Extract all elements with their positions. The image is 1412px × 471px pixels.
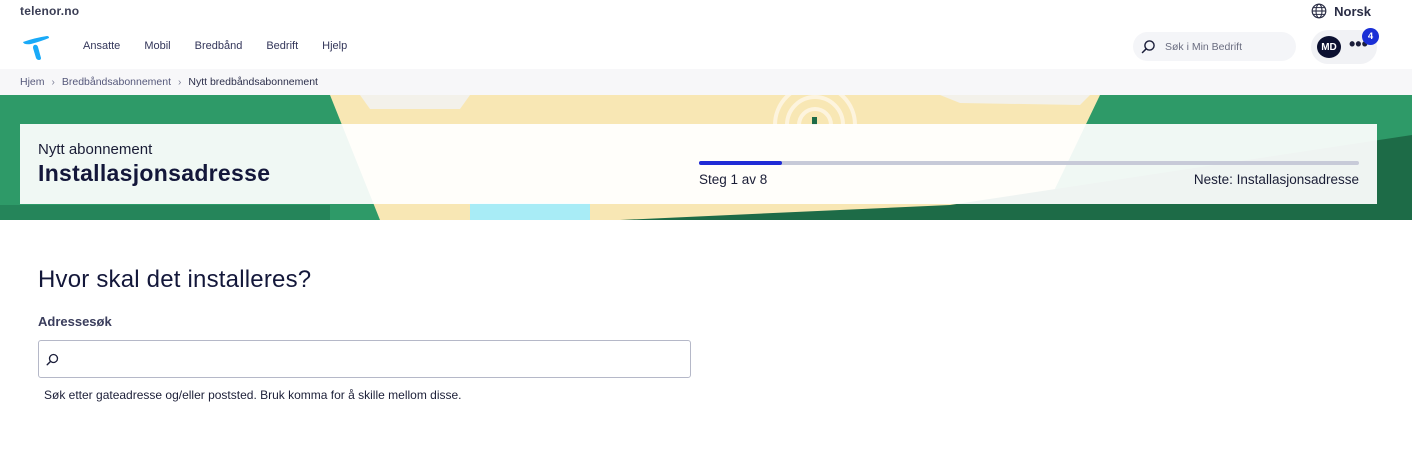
nav-item-bedrift[interactable]: Bedrift [266, 40, 298, 52]
main-navigation: Ansatte Mobil Bredbånd Bedrift Hjelp Søk… [0, 24, 1412, 69]
breadcrumb-item-hjem[interactable]: Hjem [20, 76, 45, 88]
address-search-help-text: Søk etter gateadresse og/eller poststed.… [44, 388, 462, 402]
breadcrumb: Hjem › Bredbåndsabonnement › Nytt bredbå… [0, 69, 1412, 95]
nav-item-ansatte[interactable]: Ansatte [83, 40, 120, 52]
language-selector[interactable]: Norsk [1311, 3, 1371, 19]
next-step-label: Neste: Installasjonsadresse [1193, 172, 1359, 187]
address-search-input[interactable] [65, 342, 685, 376]
address-search-field[interactable] [38, 340, 691, 378]
step-progress-bar [699, 161, 1359, 165]
section-heading: Hvor skal det installeres? [38, 266, 312, 293]
search-icon [46, 353, 59, 366]
chevron-right-icon: › [178, 76, 182, 88]
nav-links: Ansatte Mobil Bredbånd Bedrift Hjelp [83, 40, 371, 52]
step-progress-fill [699, 161, 782, 165]
step-counter: Steg 1 av 8 [699, 172, 768, 187]
language-label: Norsk [1334, 3, 1371, 19]
search-icon [1141, 40, 1155, 54]
search-placeholder: Søk i Min Bedrift [1165, 40, 1243, 53]
hero-card: Nytt abonnement Installasjonsadresse Ste… [20, 124, 1377, 204]
hero-banner: Nytt abonnement Installasjonsadresse Ste… [0, 95, 1412, 220]
nav-item-hjelp[interactable]: Hjelp [322, 40, 347, 52]
global-search[interactable]: Søk i Min Bedrift [1133, 32, 1296, 61]
telenor-logo[interactable] [20, 33, 53, 61]
nav-item-bredband[interactable]: Bredbånd [195, 40, 243, 52]
site-link[interactable]: telenor.no [20, 4, 79, 18]
nav-item-mobil[interactable]: Mobil [144, 40, 170, 52]
notification-badge: 4 [1362, 28, 1379, 45]
page-title: Installasjonsadresse [38, 160, 271, 186]
chevron-right-icon: › [51, 76, 55, 88]
top-utility-bar: telenor.no Norsk [0, 0, 1412, 24]
breadcrumb-item-bredbandsabonnement[interactable]: Bredbåndsabonnement [62, 76, 171, 88]
globe-icon [1311, 3, 1327, 19]
address-search-label: Adressesøk [38, 314, 112, 329]
avatar[interactable]: MD [1317, 36, 1341, 58]
breadcrumb-item-current: Nytt bredbåndsabonnement [188, 76, 318, 88]
hero-subtitle: Nytt abonnement [38, 141, 153, 158]
